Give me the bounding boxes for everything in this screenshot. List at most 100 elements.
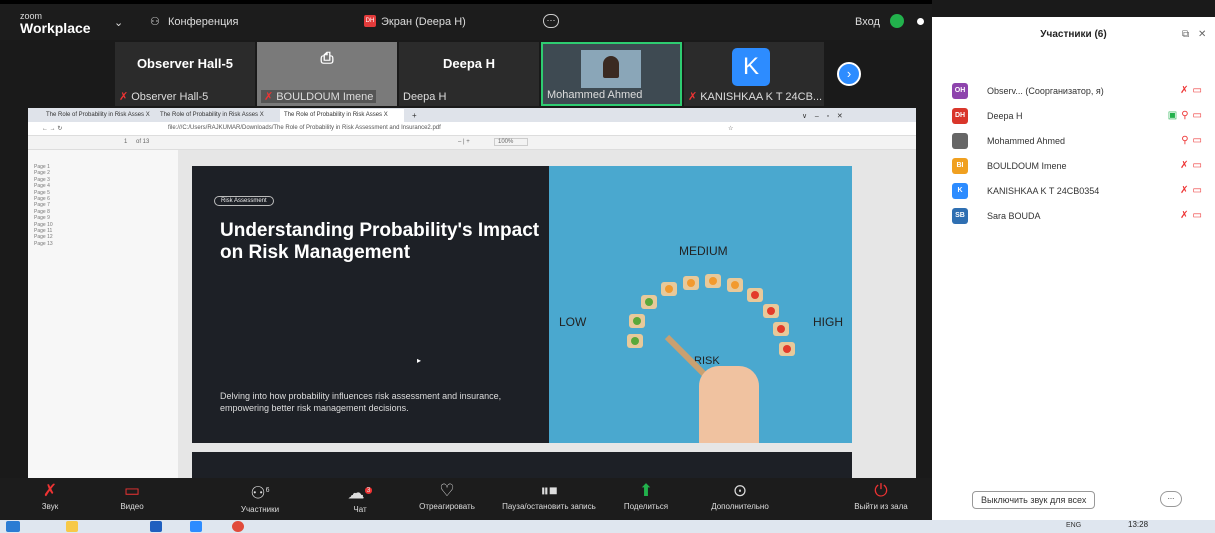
participant-row[interactable]: OH Observ... (Соорганизатор, я) ✗▭ [952, 81, 1212, 101]
meeting-toolbar: ✗ Звук ▭ Видео ⚇6 Участники ☁ 3 Чат ♡ Отреагир… [0, 478, 932, 520]
conference-icon: ⚇ [150, 16, 160, 28]
mic-muted-icon[interactable]: ✗▭ [1180, 210, 1206, 221]
participants-button[interactable]: ⚇6 Участники [230, 480, 290, 514]
participant-name: KANISHKAA K T 24CB0354 [987, 186, 1100, 196]
clock[interactable]: 13:28 [1128, 520, 1148, 529]
share-options-icon[interactable]: ⋯ [543, 14, 559, 28]
enter-label[interactable]: Вход [855, 16, 880, 28]
video-off-icon: ▭ [123, 481, 141, 500]
close-icon[interactable]: ✕ [1198, 29, 1206, 40]
video-tile-name: Deepa H [442, 56, 496, 71]
pdf-toolbar: 1 of 13 – | + 100% [28, 136, 916, 150]
video-strip: Observer Hall-5 ✗ Observer Hall-5 ⎙ ✗ BOUL… [0, 40, 932, 108]
address-bar[interactable]: ← → ↻ file:///C:/Users/RAJKUMAR/Download… [28, 122, 916, 136]
mic-muted-icon[interactable]: ✗▭ [1180, 185, 1206, 196]
url-text[interactable]: file:///C:/Users/RAJKUMAR/Downloads/The … [168, 125, 441, 131]
video-tile-label: Mohammed Ahmed [547, 89, 643, 101]
mute-all-button[interactable]: Выключить звук для всех [972, 491, 1096, 509]
leave-icon: ⏻ [874, 481, 888, 500]
participant-row[interactable]: DH Deepa H ▣⚲▭ [952, 106, 1212, 126]
avatar: SB [952, 208, 968, 224]
windows-taskbar: ENG 13:28 [0, 520, 1215, 533]
mic-muted-icon[interactable]: ✗▭ [1180, 160, 1206, 171]
participant-name: Observ... (Соорганизатор, я) [987, 86, 1104, 96]
record-button[interactable]: ⏸⏹ Пауза/остановить запись [496, 480, 602, 511]
chat-icon: ☁ 3 [347, 483, 373, 503]
share-button[interactable]: ⬆ Поделиться [616, 480, 676, 511]
page-number[interactable]: 1 [124, 139, 127, 145]
leave-button[interactable]: ⏻ Выйти из зала [846, 480, 916, 511]
chrome-icon[interactable] [232, 521, 244, 532]
dice-medium-icon [705, 274, 721, 288]
heart-icon: ♡ [439, 481, 455, 500]
mic-muted-icon[interactable]: ✗▭ [1180, 85, 1206, 96]
dice-high-icon [779, 342, 795, 356]
participants-panel: Участники (6) ⧉ ✕ OH Observ... (Сооргани… [932, 17, 1215, 520]
video-tile-bouldoum[interactable]: ⎙ ✗ BOULDOUM Imene [257, 42, 397, 106]
participant-row[interactable]: Mohammed Ahmed ⚲▭ [952, 131, 1212, 151]
browser-tab-active[interactable]: The Role of Probability in Risk Asses X [280, 109, 404, 122]
avatar: K [732, 48, 770, 86]
react-button[interactable]: ♡ Отреагировать [412, 480, 482, 511]
language-indicator[interactable]: ENG [1066, 522, 1081, 529]
share-status-icon[interactable]: ▣⚲▭ [1168, 110, 1206, 121]
participant-row[interactable]: SB Sara BOUDA ✗▭ [952, 206, 1212, 226]
participant-row[interactable]: K KANISHKAA K T 24CB0354 ✗▭ [952, 181, 1212, 201]
avatar: BI [952, 158, 968, 174]
participants-icon: ⚇6 [250, 483, 270, 503]
file-explorer-icon[interactable] [66, 521, 78, 532]
next-page-button[interactable]: › [837, 62, 861, 86]
chevron-down-icon[interactable]: ⌄ [114, 16, 123, 29]
avatar: K [952, 183, 968, 199]
dice-high-icon [773, 322, 789, 336]
video-tile-mohammed[interactable]: Mohammed Ahmed [541, 42, 682, 106]
mic-icon[interactable]: ⚲▭ [1181, 135, 1206, 146]
nav-back-icon[interactable]: ← → ↻ [42, 125, 62, 132]
avatar [952, 133, 968, 149]
word-icon[interactable] [150, 521, 162, 532]
new-tab-icon[interactable]: + [408, 108, 421, 121]
video-tile-deepa[interactable]: Deepa H Deepa H [399, 42, 539, 106]
browser-tab-bar: The Role of Probability in Risk Asses X … [28, 108, 916, 122]
video-button[interactable]: ▭ Видео [112, 480, 152, 511]
more-options-button[interactable]: ... [1160, 491, 1182, 507]
audio-button[interactable]: ✗ Звук [30, 480, 70, 511]
dice-medium-icon [727, 278, 743, 292]
windows-start-icon[interactable] [6, 521, 20, 532]
zoom-level[interactable]: 100% [494, 138, 529, 146]
zoom-workplace-logo: zoom Workplace [20, 10, 91, 35]
zoom-taskbar-icon[interactable] [190, 521, 202, 532]
window-controls[interactable]: ∨ – ▫ ✕ [798, 109, 847, 122]
participant-row[interactable]: BI BOULDOUM Imene ✗▭ [952, 156, 1212, 176]
pdf-page-link[interactable]: Page 13 [28, 241, 178, 247]
favorite-star-icon[interactable]: ☆ [728, 125, 733, 132]
browser-tab[interactable]: The Role of Probability in Risk Asses X [42, 109, 154, 122]
share-screen-label[interactable]: Экран (Deepa H) [381, 16, 466, 28]
popout-icon[interactable]: ⧉ [1182, 29, 1189, 40]
chat-button[interactable]: ☁ 3 Чат [340, 480, 380, 514]
record-dot-icon [917, 18, 924, 25]
avatar: DH [952, 108, 968, 124]
browser-tab[interactable]: The Role of Probability in Risk Asses X [156, 109, 278, 122]
screen-share-icon: ⎙ [320, 50, 334, 67]
security-shield-icon[interactable] [890, 14, 904, 28]
dice-high-icon [747, 288, 763, 302]
participant-name: Sara BOUDA [987, 211, 1041, 221]
share-avatar-icon: DH [364, 15, 376, 27]
meeting-label[interactable]: Конференция [168, 16, 238, 28]
more-button[interactable]: ⊙ Дополнительно [700, 480, 780, 511]
video-tile-kanishkaa[interactable]: K ✗ KANISHKAA K T 24CB... [684, 42, 824, 106]
pause-stop-icon: ⏸⏹ [540, 481, 558, 500]
label-high: HIGH [813, 315, 843, 329]
share-arrow-icon: ⬆ [638, 481, 654, 500]
mic-muted-icon: ✗ [264, 91, 274, 103]
mic-muted-icon: ✗ [42, 481, 58, 500]
slide-image-panel: MEDIUM LOW HIGH RISK [549, 166, 852, 443]
participant-video-image [581, 50, 641, 88]
zoom-controls[interactable]: – | + [458, 139, 470, 145]
dice-medium-icon [683, 276, 699, 290]
video-tile-observer[interactable]: Observer Hall-5 ✗ Observer Hall-5 [115, 42, 255, 106]
participant-name: BOULDOUM Imene [987, 161, 1067, 171]
video-tile-label: ✗ BOULDOUM Imene [261, 90, 377, 103]
participants-title: Участники (6) [1040, 29, 1107, 40]
